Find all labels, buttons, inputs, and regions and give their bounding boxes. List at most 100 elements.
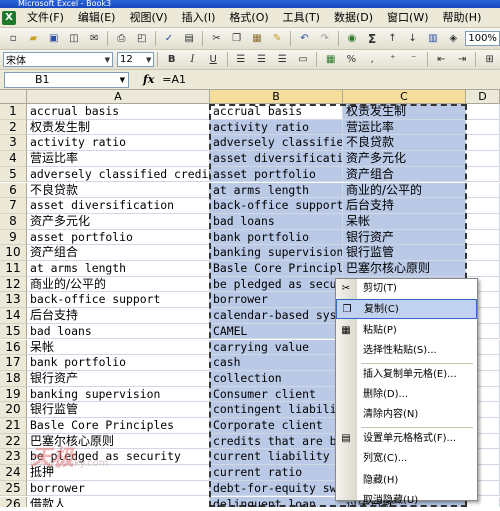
row-header[interactable]: 15: [0, 323, 27, 340]
cell-b[interactable]: delinquent loan: [210, 496, 343, 507]
row-header[interactable]: 19: [0, 386, 27, 403]
open-icon[interactable]: ▰: [25, 30, 41, 47]
row-header[interactable]: 24: [0, 465, 27, 481]
cell-c[interactable]: 营运比率: [343, 119, 466, 136]
row-header[interactable]: 18: [0, 370, 27, 387]
column-header-c[interactable]: C: [343, 90, 466, 104]
cell-c[interactable]: 资产多元化: [343, 151, 466, 167]
row-header[interactable]: 17: [0, 355, 27, 371]
context-menu-item[interactable]: ▤ 设置单元格格式(F)...: [336, 429, 477, 449]
cell-d[interactable]: [466, 245, 500, 261]
row-header[interactable]: 26: [0, 496, 27, 507]
cell-d[interactable]: [466, 135, 500, 152]
cell-a[interactable]: Basle Core Principles: [27, 418, 210, 434]
borders-icon[interactable]: ⊞: [481, 51, 498, 68]
cell-b[interactable]: current liability a: [210, 449, 343, 466]
bold-button[interactable]: B: [163, 51, 180, 68]
row-header[interactable]: 13: [0, 292, 27, 309]
cell-b[interactable]: credits that are be: [210, 433, 343, 450]
insert-function-icon[interactable]: fx: [143, 73, 154, 86]
cell-a[interactable]: 商业的/公平的: [27, 276, 210, 293]
permission-icon[interactable]: ◫: [66, 30, 82, 47]
cell-b[interactable]: back-office support: [210, 198, 343, 214]
cell-c[interactable]: 银行资产: [343, 229, 466, 246]
row-header[interactable]: 4: [0, 151, 27, 167]
cell-a[interactable]: accrual basis: [27, 104, 210, 120]
align-right-icon[interactable]: ☰: [274, 51, 291, 68]
zoom-combo[interactable]: 100%: [465, 31, 500, 46]
context-menu-item[interactable]: ❐ 复制(C): [336, 299, 477, 319]
row-header[interactable]: 10: [0, 245, 27, 261]
align-left-icon[interactable]: ☰: [233, 51, 250, 68]
menu-insert[interactable]: 插入(I): [175, 9, 223, 27]
cell-b[interactable]: Consumer client: [210, 386, 343, 403]
cell-b[interactable]: asset portfolio: [210, 166, 343, 183]
sort-ascending-icon[interactable]: ↑: [384, 30, 400, 47]
cell-b[interactable]: contingent liabilit: [210, 402, 343, 418]
cell-c[interactable]: 后台支持: [343, 198, 466, 214]
row-header[interactable]: 12: [0, 276, 27, 293]
cell-c[interactable]: 呆帐: [343, 213, 466, 230]
menu-edit[interactable]: 编辑(E): [71, 9, 123, 27]
column-header-b[interactable]: B: [210, 90, 343, 104]
copy-icon[interactable]: ❐: [229, 30, 245, 47]
cell-b[interactable]: borrower: [210, 292, 343, 309]
context-menu-item[interactable]: 取消隐藏(U): [336, 491, 477, 511]
context-menu-item[interactable]: 清除内容(N): [336, 405, 477, 425]
spelling-icon[interactable]: ✓: [161, 30, 177, 47]
cell-b[interactable]: bad loans: [210, 213, 343, 230]
cell-b[interactable]: cash: [210, 355, 343, 371]
context-menu-item[interactable]: 选择性粘贴(S)...: [336, 341, 477, 361]
row-header[interactable]: 9: [0, 229, 27, 246]
cell-a[interactable]: 营运比率: [27, 151, 210, 167]
undo-icon[interactable]: ↶: [296, 30, 312, 47]
context-menu-item[interactable]: 列宽(C)...: [336, 449, 477, 469]
font-size-combo[interactable]: 12 ▼: [116, 52, 155, 67]
merge-center-icon[interactable]: ▭: [295, 51, 312, 68]
cell-a[interactable]: 权责发生制: [27, 119, 210, 136]
column-header-a[interactable]: A: [27, 90, 210, 104]
cell-c[interactable]: 权责发生制: [343, 104, 466, 120]
percent-button[interactable]: %: [343, 51, 360, 68]
drawing-icon[interactable]: ◈: [445, 30, 461, 47]
row-header[interactable]: 14: [0, 308, 27, 324]
context-menu-item[interactable]: ✂ 剪切(T): [336, 279, 477, 299]
cell-b[interactable]: carrying value: [210, 339, 343, 356]
row-header[interactable]: 11: [0, 261, 27, 277]
row-header[interactable]: 22: [0, 433, 27, 450]
cell-d[interactable]: [466, 104, 500, 120]
cell-a[interactable]: 后台支持: [27, 308, 210, 324]
cell-a[interactable]: bad loans: [27, 323, 210, 340]
cell-b[interactable]: accrual basis: [210, 104, 343, 120]
font-name-combo[interactable]: 宋体 ▼: [3, 52, 113, 67]
context-menu-item[interactable]: ▦ 粘贴(P): [336, 321, 477, 341]
cell-a[interactable]: 资产多元化: [27, 213, 210, 230]
cell-a[interactable]: banking supervision: [27, 386, 210, 403]
decrease-decimal-icon[interactable]: ⁻: [405, 51, 422, 68]
cell-a[interactable]: 呆帐: [27, 339, 210, 356]
paste-icon[interactable]: ▦: [249, 30, 265, 47]
increase-decimal-icon[interactable]: ⁺: [385, 51, 402, 68]
cell-a[interactable]: 不良贷款: [27, 182, 210, 199]
name-box[interactable]: B1 ▼: [4, 71, 129, 88]
cell-c[interactable]: 商业的/公平的: [343, 182, 466, 199]
email-icon[interactable]: ✉: [86, 30, 102, 47]
cell-b[interactable]: be pledged as secur: [210, 276, 343, 293]
cell-a[interactable]: 银行资产: [27, 370, 210, 387]
cell-c[interactable]: 资产组合: [343, 166, 466, 183]
print-preview-icon[interactable]: ◰: [134, 30, 150, 47]
cell-b[interactable]: asset diversification: [210, 151, 343, 167]
row-header[interactable]: 25: [0, 480, 27, 497]
new-icon[interactable]: ▫: [5, 30, 21, 47]
cell-d[interactable]: [466, 198, 500, 214]
formula-input[interactable]: =A1: [162, 73, 186, 86]
cell-d[interactable]: [466, 261, 500, 277]
cut-icon[interactable]: ✂: [208, 30, 224, 47]
cell-a[interactable]: at arms length: [27, 261, 210, 277]
cell-d[interactable]: [466, 166, 500, 183]
research-icon[interactable]: ▤: [181, 30, 197, 47]
cell-b[interactable]: calendar-based syst: [210, 308, 343, 324]
chart-wizard-icon[interactable]: ▥: [425, 30, 441, 47]
menu-format[interactable]: 格式(O): [222, 9, 275, 27]
increase-indent-icon[interactable]: ⇥: [454, 51, 471, 68]
